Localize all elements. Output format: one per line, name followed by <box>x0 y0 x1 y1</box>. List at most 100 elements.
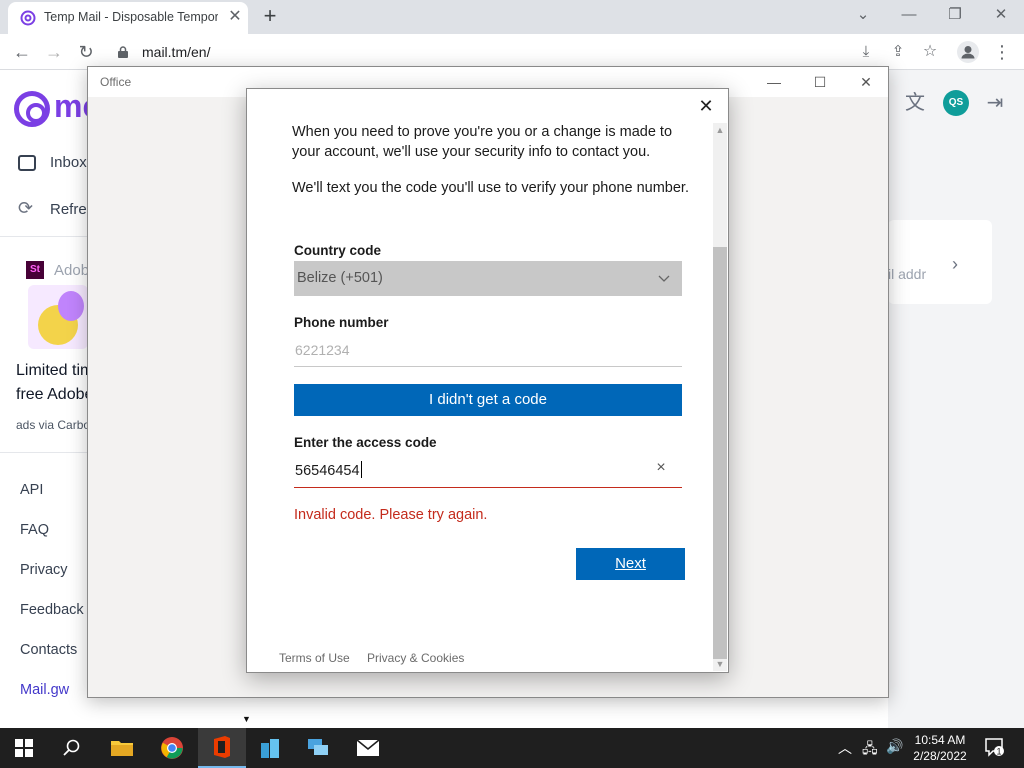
footer-link-privacy[interactable]: Privacy <box>20 562 68 578</box>
browser-restore-icon[interactable]: ❐ <box>942 4 968 26</box>
translate-icon[interactable]: 文 <box>902 90 928 116</box>
chrome-taskbar-button[interactable] <box>148 728 196 768</box>
lock-icon <box>118 46 128 58</box>
office-taskbar-button[interactable] <box>198 728 246 768</box>
verify-phone-dialog: ✕ When you need to prove you're you or a… <box>246 88 729 673</box>
network-app-button[interactable] <box>294 728 342 768</box>
windows-taskbar: ︿ 🖧 🔊 10:54 AM 2/28/2022 1 <box>0 728 1024 768</box>
inbox-icon <box>18 155 36 172</box>
ad-text-line2[interactable]: free Adobe <box>16 386 93 404</box>
tab-search-chevron-icon[interactable]: ⌄ <box>850 4 876 26</box>
footer-link-feedback[interactable]: Feedback <box>20 602 84 618</box>
avatar[interactable]: QS <box>943 90 969 116</box>
tab-close-icon[interactable]: ✕ <box>226 8 244 26</box>
footer-link-api[interactable]: API <box>20 482 43 498</box>
invalid-code-error: Invalid code. Please try again. <box>294 507 488 523</box>
office-window-title: Office <box>100 75 132 89</box>
dialog-instruction-text: We'll text you the code you'll use to ve… <box>292 180 689 196</box>
mail-tm-logo[interactable]: mc <box>14 88 100 127</box>
back-arrow-icon[interactable]: ← <box>10 40 34 64</box>
footer-link-faq[interactable]: FAQ <box>20 522 49 538</box>
phone-number-label: Phone number <box>294 315 389 330</box>
tab-title: Temp Mail - Disposable Temporary Email <box>44 10 218 24</box>
chevron-right-icon: › <box>952 254 958 274</box>
ad-illustration <box>28 285 88 349</box>
clear-input-icon[interactable]: × <box>654 460 668 476</box>
address-bar[interactable]: mail.tm/en/ <box>108 38 886 66</box>
network-computer-icon <box>308 739 328 755</box>
notification-count: 1 <box>996 747 1001 757</box>
action-center-icon[interactable]: 1 <box>984 736 1006 761</box>
scrollbar-thumb[interactable] <box>713 247 727 659</box>
search-taskbar-button[interactable] <box>48 728 96 768</box>
chrome-icon <box>161 737 183 759</box>
mail-tm-favicon-icon <box>20 10 36 26</box>
buildings-app-button[interactable] <box>246 728 294 768</box>
office-maximize-icon[interactable]: ☐ <box>800 71 840 93</box>
access-code-label: Enter the access code <box>294 435 437 450</box>
logout-icon[interactable]: ⇥ <box>982 90 1008 116</box>
ad-divider <box>0 452 88 453</box>
clock-date: 2/28/2022 <box>913 749 967 763</box>
country-code-label: Country code <box>294 243 382 258</box>
forward-arrow-icon[interactable]: → <box>42 40 66 64</box>
scroll-down-icon[interactable]: ▼ <box>713 657 727 671</box>
footer-link-contacts[interactable]: Contacts <box>20 642 77 658</box>
address-card-text: il addr <box>888 266 927 282</box>
file-explorer-button[interactable] <box>98 728 146 768</box>
install-app-icon[interactable]: ⤓ <box>854 40 878 64</box>
mail-taskbar-button[interactable] <box>344 728 392 768</box>
share-icon[interactable]: ⇪ <box>886 40 910 64</box>
browser-tab-temp-mail[interactable]: Temp Mail - Disposable Temporary Email ✕ <box>8 2 248 34</box>
terms-of-use-link[interactable]: Terms of Use <box>279 651 350 665</box>
dialog-scrollbar[interactable]: ▲ ▼ <box>713 123 727 671</box>
bookmark-star-icon[interactable]: ☆ <box>918 40 942 64</box>
access-code-input[interactable]: 56546454 × <box>294 455 682 488</box>
office-icon <box>214 736 230 758</box>
browser-minimize-icon[interactable]: — <box>896 4 922 26</box>
ad-via-text[interactable]: ads via Carbon <box>16 418 97 432</box>
carbon-ad[interactable]: St Adobe <box>16 253 97 353</box>
footer-link-mail-gw[interactable]: Mail.gw <box>20 682 69 698</box>
dialog-intro-text: When you need to prove you're you or a c… <box>292 124 673 160</box>
search-icon <box>63 739 80 756</box>
office-minimize-icon[interactable]: — <box>754 71 794 93</box>
show-hidden-icons-icon[interactable]: ︿ <box>838 738 852 758</box>
start-button[interactable] <box>0 728 48 768</box>
network-icon[interactable]: 🖧 <box>862 738 878 762</box>
sidebar-item-inbox[interactable]: Inbox <box>18 154 87 172</box>
url-text: mail.tm/en/ <box>142 44 211 60</box>
scroll-up-icon[interactable]: ▲ <box>713 123 727 137</box>
building-icon <box>261 739 279 758</box>
didnt-get-code-button[interactable]: I didn't get a code <box>294 384 682 416</box>
clock-time: 10:54 AM <box>914 733 966 747</box>
browser-toolbar: ← → ↻ mail.tm/en/ ⤓ ⇪ ☆ ⋮ <box>0 34 1024 70</box>
taskbar-clock[interactable]: 10:54 AM 2/28/2022 <box>908 732 972 764</box>
at-sign-icon <box>14 90 50 127</box>
browser-menu-icon[interactable]: ⋮ <box>990 40 1014 64</box>
privacy-cookies-link[interactable]: Privacy & Cookies <box>367 651 464 665</box>
browser-tabstrip: Temp Mail - Disposable Temporary Email ✕… <box>0 0 1024 34</box>
next-button[interactable]: Next <box>576 548 685 580</box>
refresh-icon: ⟳ <box>18 198 34 218</box>
country-code-value: Belize (+501) <box>297 270 383 286</box>
phone-number-value: 6221234 <box>295 342 350 358</box>
folder-icon <box>111 741 133 756</box>
dialog-close-icon[interactable]: ✕ <box>697 97 715 115</box>
adobe-stock-logo: St <box>26 261 44 279</box>
phone-number-field[interactable]: 6221234 <box>294 337 682 367</box>
office-close-icon[interactable]: ✕ <box>846 71 886 93</box>
new-tab-button[interactable]: + <box>258 5 282 29</box>
envelope-icon <box>356 739 380 756</box>
sidebar-divider <box>0 236 88 237</box>
reload-icon[interactable]: ↻ <box>74 40 98 64</box>
volume-icon[interactable]: 🔊 <box>886 738 903 755</box>
access-code-value: 56546454 <box>295 461 362 479</box>
page-scroll-down-icon[interactable]: ▼ <box>242 714 251 724</box>
page-right-panel <box>888 70 1024 728</box>
country-code-select[interactable]: Belize (+501) <box>294 261 682 296</box>
browser-close-icon[interactable]: ✕ <box>988 4 1014 26</box>
profile-icon[interactable] <box>956 40 980 64</box>
address-card[interactable]: il addr › <box>888 220 992 304</box>
sidebar-item-label: Inbox <box>50 154 87 171</box>
